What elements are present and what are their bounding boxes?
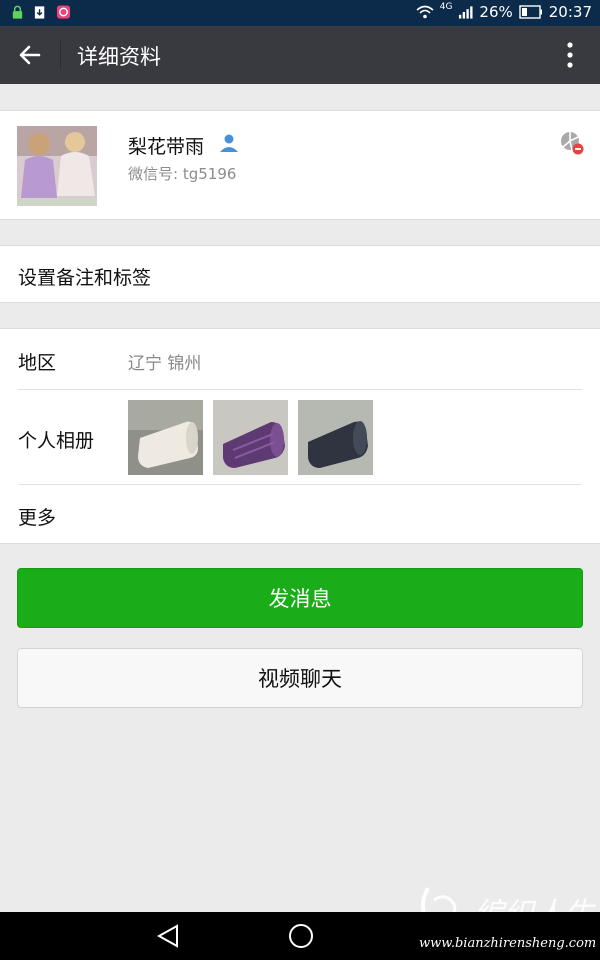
nav-back-icon[interactable]: [155, 922, 183, 950]
signal-icon: [459, 6, 473, 19]
top-bar: 详细资料: [0, 26, 600, 84]
wechat-id: 微信号: tg5196: [128, 163, 236, 184]
download-icon: [34, 6, 45, 19]
profile-name: 梨花带雨: [128, 136, 205, 158]
album-photo: [128, 400, 203, 475]
profile-card: 梨花带雨 微信号: tg5196: [0, 110, 600, 220]
region-value: 辽宁 锦州: [128, 354, 202, 374]
wechat-id-value: tg5196: [182, 165, 237, 183]
clock: 20:37: [548, 3, 592, 21]
region-row: 地区 辽宁 锦州: [0, 329, 600, 389]
album-label: 个人相册: [18, 430, 95, 452]
album-photo: [298, 400, 373, 475]
network-type: 4G: [439, 2, 453, 12]
status-bar: 4G 26% 20:37: [0, 0, 600, 26]
moments-blocked-icon[interactable]: [560, 131, 584, 155]
wifi-icon: [416, 5, 434, 19]
more-vertical-icon: [567, 42, 573, 68]
album-photo: [213, 400, 288, 475]
battery-icon: [519, 5, 542, 19]
more-menu-button[interactable]: [558, 39, 582, 71]
wechat-id-label: 微信号:: [128, 165, 183, 183]
top-bar-divider: [60, 41, 61, 69]
arrow-left-icon: [19, 45, 41, 65]
remark-tag-label: 设置备注和标签: [18, 267, 152, 289]
app-notification-icon: [56, 5, 71, 19]
region-label: 地区: [18, 352, 57, 374]
page-title: 详细资料: [77, 45, 161, 69]
back-button[interactable]: [10, 35, 50, 75]
person-icon: [220, 134, 238, 152]
battery-percent: 26%: [479, 3, 513, 21]
info-card: 地区 辽宁 锦州 个人相册 更多: [0, 328, 600, 544]
more-label: 更多: [18, 507, 57, 529]
video-chat-button[interactable]: 视频聊天: [17, 648, 583, 708]
lock-icon: [12, 5, 23, 19]
more-row[interactable]: 更多: [0, 484, 600, 544]
remark-tag-row[interactable]: 设置备注和标签: [0, 245, 600, 303]
avatar[interactable]: [17, 126, 97, 206]
nav-home-icon[interactable]: [287, 922, 315, 950]
send-message-button[interactable]: 发消息: [17, 568, 583, 628]
watermark-url: www.bianzhirensheng.com: [419, 936, 597, 951]
